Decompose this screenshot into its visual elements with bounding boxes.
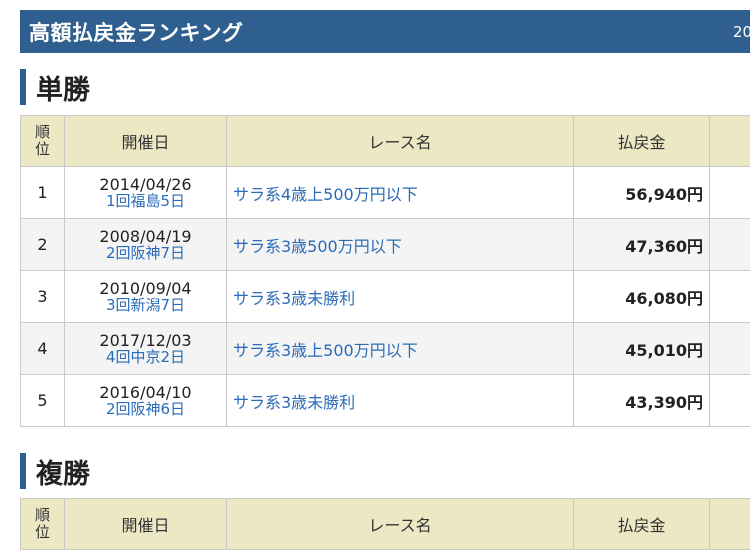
header-year: 20	[733, 23, 750, 41]
column-header-rank: 順位	[21, 116, 65, 167]
rank-cell: 2	[21, 219, 65, 271]
table-header-row: 順位 開催日 レース名 払戻金	[21, 116, 750, 167]
meeting-link[interactable]: 2回阪神6日	[65, 401, 226, 418]
payout-cell: 46,080円	[574, 271, 710, 323]
header-bar: 高額払戻金ランキング 20	[20, 10, 750, 53]
column-header-extra	[710, 116, 750, 167]
extra-cell	[710, 271, 750, 323]
date-cell: 2016/04/10 2回阪神6日	[65, 375, 227, 427]
extra-cell	[710, 375, 750, 427]
meeting-link[interactable]: 3回新潟7日	[65, 297, 226, 314]
section-accent-bar	[20, 453, 26, 489]
rank-cell: 3	[21, 271, 65, 323]
column-header-date: 開催日	[65, 116, 227, 167]
race-date: 2008/04/19	[65, 228, 226, 245]
section-title-text: 単勝	[36, 68, 90, 107]
column-header-race: レース名	[227, 116, 574, 167]
race-date: 2014/04/26	[65, 176, 226, 193]
date-cell: 2010/09/04 3回新潟7日	[65, 271, 227, 323]
page-title: 高額払戻金ランキング	[29, 17, 243, 47]
table-row: 4 2017/12/03 4回中京2日 サラ系3歳上500万円以下 45,010…	[21, 323, 750, 375]
payout-cell: 43,390円	[574, 375, 710, 427]
race-name-link[interactable]: サラ系4歳上500万円以下	[227, 167, 574, 219]
race-date: 2017/12/03	[65, 332, 226, 349]
rank-cell: 4	[21, 323, 65, 375]
meeting-link[interactable]: 1回福島5日	[65, 193, 226, 210]
payout-cell: 45,010円	[574, 323, 710, 375]
date-cell: 2017/12/03 4回中京2日	[65, 323, 227, 375]
extra-cell	[710, 167, 750, 219]
date-cell: 2008/04/19 2回阪神7日	[65, 219, 227, 271]
section-title-tansho: 単勝	[20, 67, 90, 107]
race-name-link[interactable]: サラ系3歳500万円以下	[227, 219, 574, 271]
column-header-race: レース名	[227, 499, 574, 550]
table-row: 3 2010/09/04 3回新潟7日 サラ系3歳未勝利 46,080円	[21, 271, 750, 323]
table-row: 2 2008/04/19 2回阪神7日 サラ系3歳500万円以下 47,360円	[21, 219, 750, 271]
race-name-link[interactable]: サラ系3歳未勝利	[227, 375, 574, 427]
rank-cell: 5	[21, 375, 65, 427]
meeting-link[interactable]: 2回阪神7日	[65, 245, 226, 262]
race-name-link[interactable]: サラ系3歳上500万円以下	[227, 323, 574, 375]
rank-cell: 1	[21, 167, 65, 219]
meeting-link[interactable]: 4回中京2日	[65, 349, 226, 366]
table-row: 1 2014/04/26 1回福島5日 サラ系4歳上500万円以下 56,940…	[21, 167, 750, 219]
column-header-date: 開催日	[65, 499, 227, 550]
section-title-fukusho: 複勝	[20, 451, 90, 491]
race-date: 2016/04/10	[65, 384, 226, 401]
section-title-text: 複勝	[36, 452, 90, 491]
table-row: 5 2016/04/10 2回阪神6日 サラ系3歳未勝利 43,390円	[21, 375, 750, 427]
column-header-payout: 払戻金	[574, 499, 710, 550]
payout-cell: 47,360円	[574, 219, 710, 271]
table-header-row: 順位 開催日 レース名 払戻金	[21, 499, 750, 550]
tansho-ranking-table: 順位 開催日 レース名 払戻金 1 2014/04/26 1回福島5日 サラ系4…	[20, 115, 750, 427]
race-date: 2010/09/04	[65, 280, 226, 297]
date-cell: 2014/04/26 1回福島5日	[65, 167, 227, 219]
column-header-payout: 払戻金	[574, 116, 710, 167]
extra-cell	[710, 323, 750, 375]
race-name-link[interactable]: サラ系3歳未勝利	[227, 271, 574, 323]
column-header-extra	[710, 499, 750, 550]
column-header-rank: 順位	[21, 499, 65, 550]
extra-cell	[710, 219, 750, 271]
section-accent-bar	[20, 69, 26, 105]
payout-cell: 56,940円	[574, 167, 710, 219]
fukusho-ranking-table: 順位 開催日 レース名 払戻金	[20, 498, 750, 550]
